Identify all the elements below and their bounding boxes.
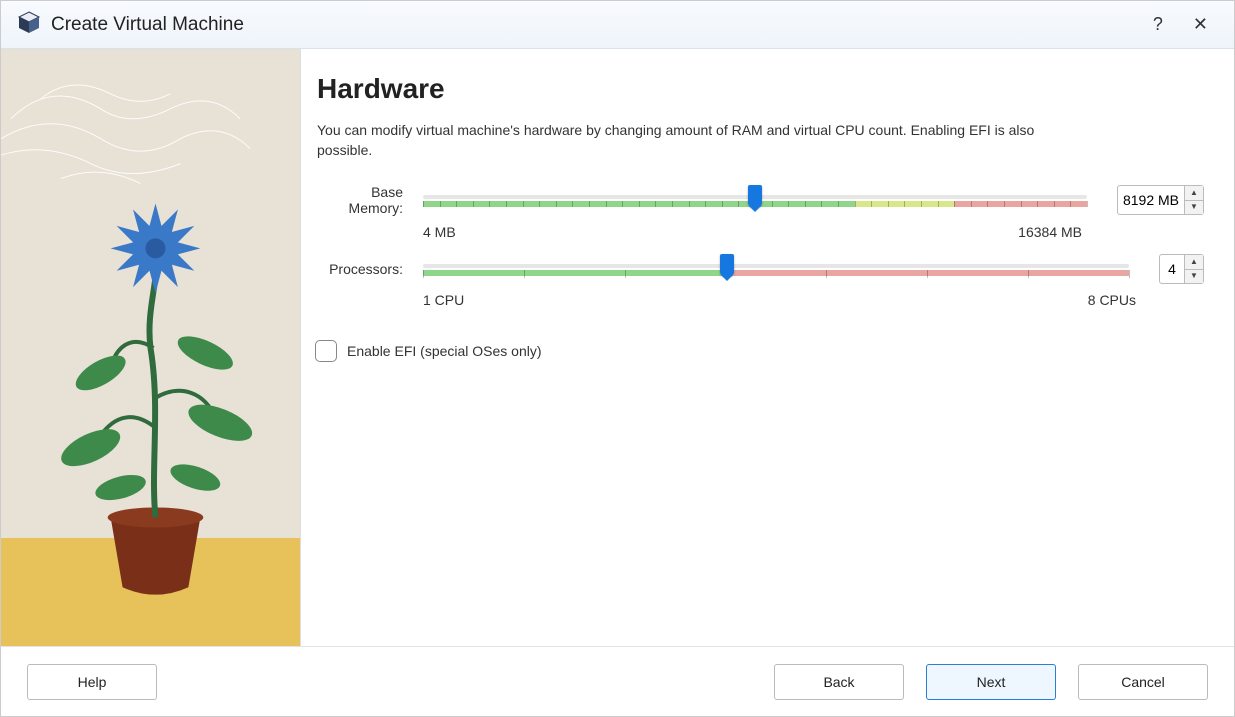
processors-spinbox[interactable]: ▲ ▼: [1159, 254, 1204, 284]
sidebar-illustration: [1, 49, 301, 648]
memory-label: Base Memory:: [315, 184, 411, 216]
page-description: You can modify virtual machine's hardwar…: [317, 121, 1077, 160]
efi-checkbox[interactable]: [315, 340, 337, 362]
processors-row: Processors: ▲ ▼: [315, 254, 1204, 284]
title-bar: Create Virtual Machine ? ✕: [1, 1, 1234, 49]
back-button[interactable]: Back: [774, 664, 904, 700]
memory-max-label: 16384 MB: [1018, 224, 1082, 240]
memory-row: Base Memory: ▲ ▼: [315, 184, 1204, 216]
window-title: Create Virtual Machine: [51, 14, 244, 36]
page-heading: Hardware: [317, 73, 1204, 105]
memory-min-label: 4 MB: [423, 224, 456, 240]
processors-slider-thumb[interactable]: [720, 254, 734, 276]
processors-min-label: 1 CPU: [423, 292, 464, 308]
footer: Help Back Next Cancel: [1, 646, 1234, 716]
processors-max-label: 8 CPUs: [1088, 292, 1136, 308]
memory-value-input[interactable]: [1118, 192, 1184, 208]
memory-slider[interactable]: [423, 187, 1087, 213]
main-container: Hardware You can modify virtual machine'…: [1, 49, 1234, 648]
content-area: Hardware You can modify virtual machine'…: [301, 49, 1234, 648]
processors-value-input[interactable]: [1160, 261, 1184, 277]
memory-step-up[interactable]: ▲: [1185, 186, 1203, 201]
processors-label: Processors:: [315, 261, 411, 277]
close-icon[interactable]: ✕: [1193, 14, 1208, 35]
cancel-button[interactable]: Cancel: [1078, 664, 1208, 700]
help-icon[interactable]: ?: [1153, 14, 1163, 35]
efi-label: Enable EFI (special OSes only): [347, 343, 542, 359]
memory-spinbox[interactable]: ▲ ▼: [1117, 185, 1204, 215]
processors-step-up[interactable]: ▲: [1185, 255, 1203, 270]
processors-slider[interactable]: [423, 256, 1129, 282]
memory-slider-thumb[interactable]: [748, 185, 762, 207]
memory-step-down[interactable]: ▼: [1185, 201, 1203, 215]
processors-step-down[interactable]: ▼: [1185, 270, 1203, 284]
efi-row: Enable EFI (special OSes only): [315, 340, 1204, 362]
next-button[interactable]: Next: [926, 664, 1056, 700]
app-icon: [17, 11, 41, 38]
help-button[interactable]: Help: [27, 664, 157, 700]
